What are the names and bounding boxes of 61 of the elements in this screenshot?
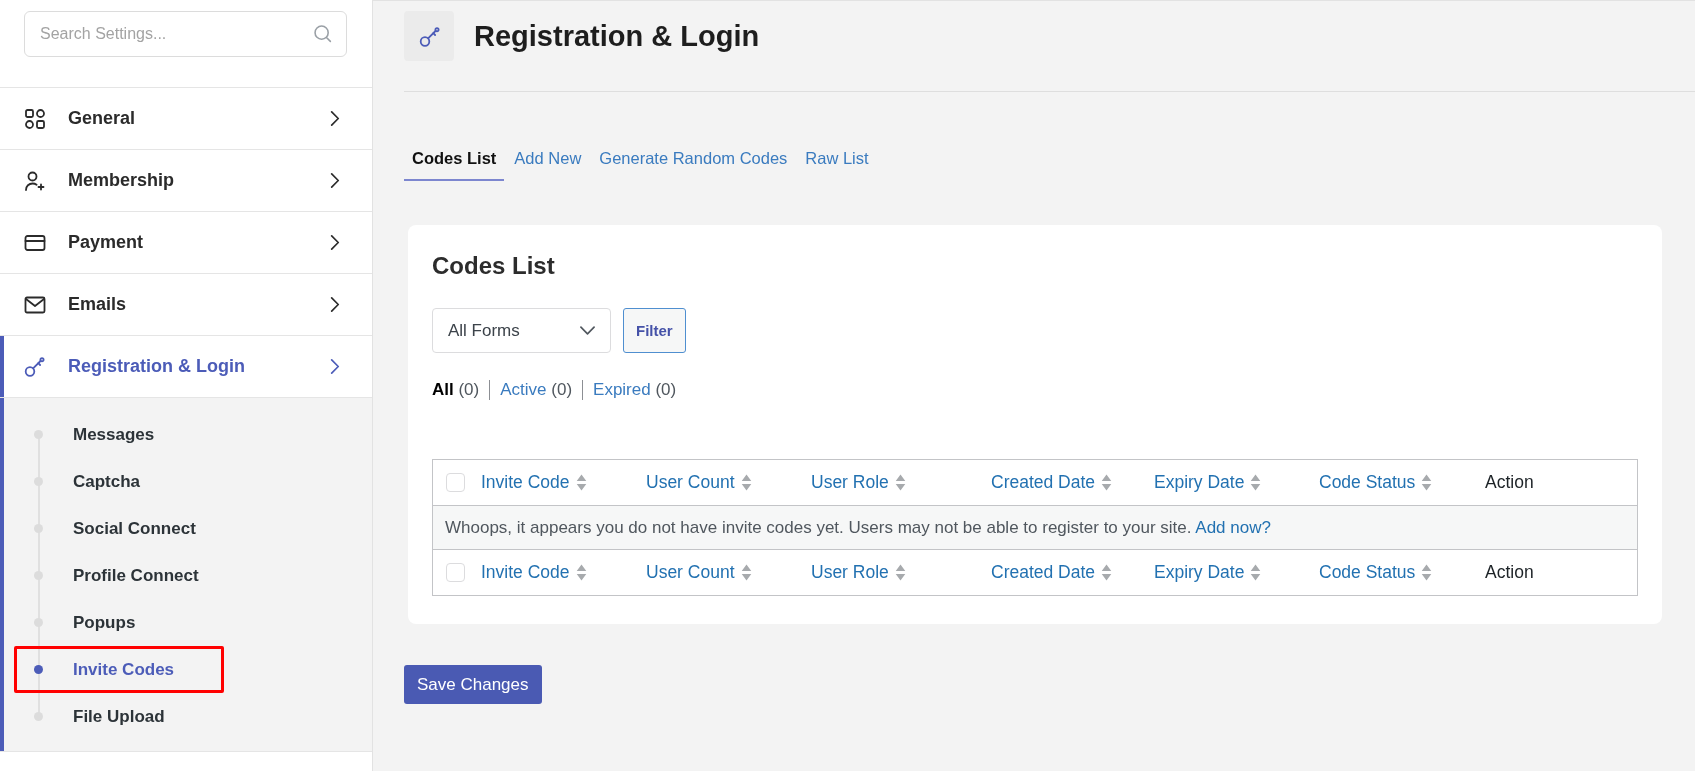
sidebar-item[interactable]: Emails (0, 274, 372, 336)
submenu-item[interactable]: Invite Codes (17, 659, 175, 680)
save-button[interactable]: Save Changes (404, 665, 542, 704)
column-header[interactable]: Created Date (991, 562, 1113, 583)
sort-icon (1250, 564, 1262, 581)
column-header: Action (1485, 562, 1534, 583)
form-select[interactable]: All Forms (432, 308, 611, 353)
checkbox[interactable] (446, 473, 465, 492)
sort-icon (1250, 474, 1262, 491)
column-header[interactable]: User Role (811, 472, 906, 493)
column-header[interactable]: Code Status (1319, 562, 1433, 583)
sort-icon (894, 474, 906, 491)
submenu-item[interactable]: Social Connect (17, 518, 196, 539)
sort-icon (1101, 564, 1113, 581)
status-filter[interactable]: Active (0) (500, 379, 573, 401)
submenu-item[interactable]: File Upload (17, 706, 165, 727)
tab[interactable]: Raw List (797, 135, 877, 181)
column-header[interactable]: User Role (811, 562, 906, 583)
page-title: Registration & Login (474, 19, 760, 53)
tab[interactable]: Codes List (404, 135, 505, 181)
add-now-link[interactable]: Add now? (1195, 517, 1271, 537)
tab[interactable]: Generate Random Codes (591, 135, 796, 181)
user-plus-icon (24, 169, 46, 192)
sort-icon (894, 564, 906, 581)
status-filter[interactable]: All (0) (432, 379, 480, 401)
sidebar-item[interactable]: General (0, 88, 372, 150)
key-icon (24, 355, 46, 378)
key-icon (404, 11, 454, 61)
column-header[interactable]: User Count (646, 562, 752, 583)
column-header[interactable]: Code Status (1319, 472, 1433, 493)
submenu-item[interactable]: Messages (17, 424, 155, 445)
sort-icon (1101, 474, 1113, 491)
dot-icon (34, 665, 43, 674)
search-field[interactable]: Search Settings... (24, 11, 347, 57)
sort-icon (1421, 564, 1433, 581)
status-filter[interactable]: Expired (0) (593, 379, 677, 401)
panel-title: Codes List (432, 251, 555, 281)
sort-icon (740, 474, 752, 491)
sidebar-item[interactable]: Payment (0, 212, 372, 274)
checkbox[interactable] (446, 563, 465, 582)
column-header[interactable]: Invite Code (481, 562, 587, 583)
sidebar-item[interactable]: Membership (0, 150, 372, 212)
sort-icon (575, 564, 587, 581)
empty-message: Whoops, it appears you do not have invite codes yet. Users may not be able to register to your site. Add now? (445, 517, 1271, 538)
column-header[interactable]: Expiry Date (1154, 472, 1262, 493)
column-header[interactable]: Expiry Date (1154, 562, 1262, 583)
column-header[interactable]: Created Date (991, 472, 1113, 493)
tab[interactable]: Add New (506, 135, 590, 181)
sort-icon (575, 474, 587, 491)
sort-icon (1421, 474, 1433, 491)
submenu-item[interactable]: Profile Connect (17, 565, 199, 586)
search-icon (312, 23, 333, 44)
filter-button[interactable]: Filter (623, 308, 686, 353)
submenu-item[interactable]: Captcha (17, 471, 141, 492)
chevron-down-icon (580, 323, 595, 338)
grid-icon (24, 107, 46, 130)
submenu-item[interactable]: Popups (17, 612, 136, 633)
column-header[interactable]: User Count (646, 472, 752, 493)
sort-icon (740, 564, 752, 581)
column-header: Action (1485, 472, 1534, 493)
column-header[interactable]: Invite Code (481, 472, 587, 493)
